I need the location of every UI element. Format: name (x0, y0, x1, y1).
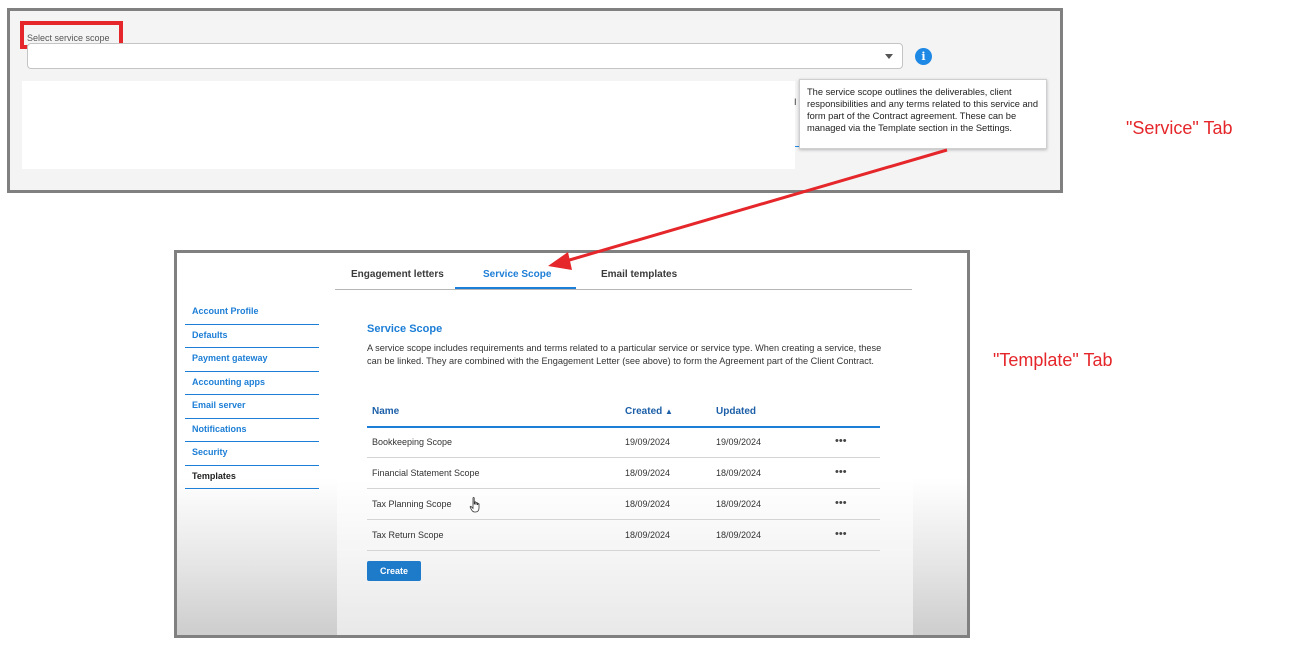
connector-arrow (548, 148, 948, 270)
